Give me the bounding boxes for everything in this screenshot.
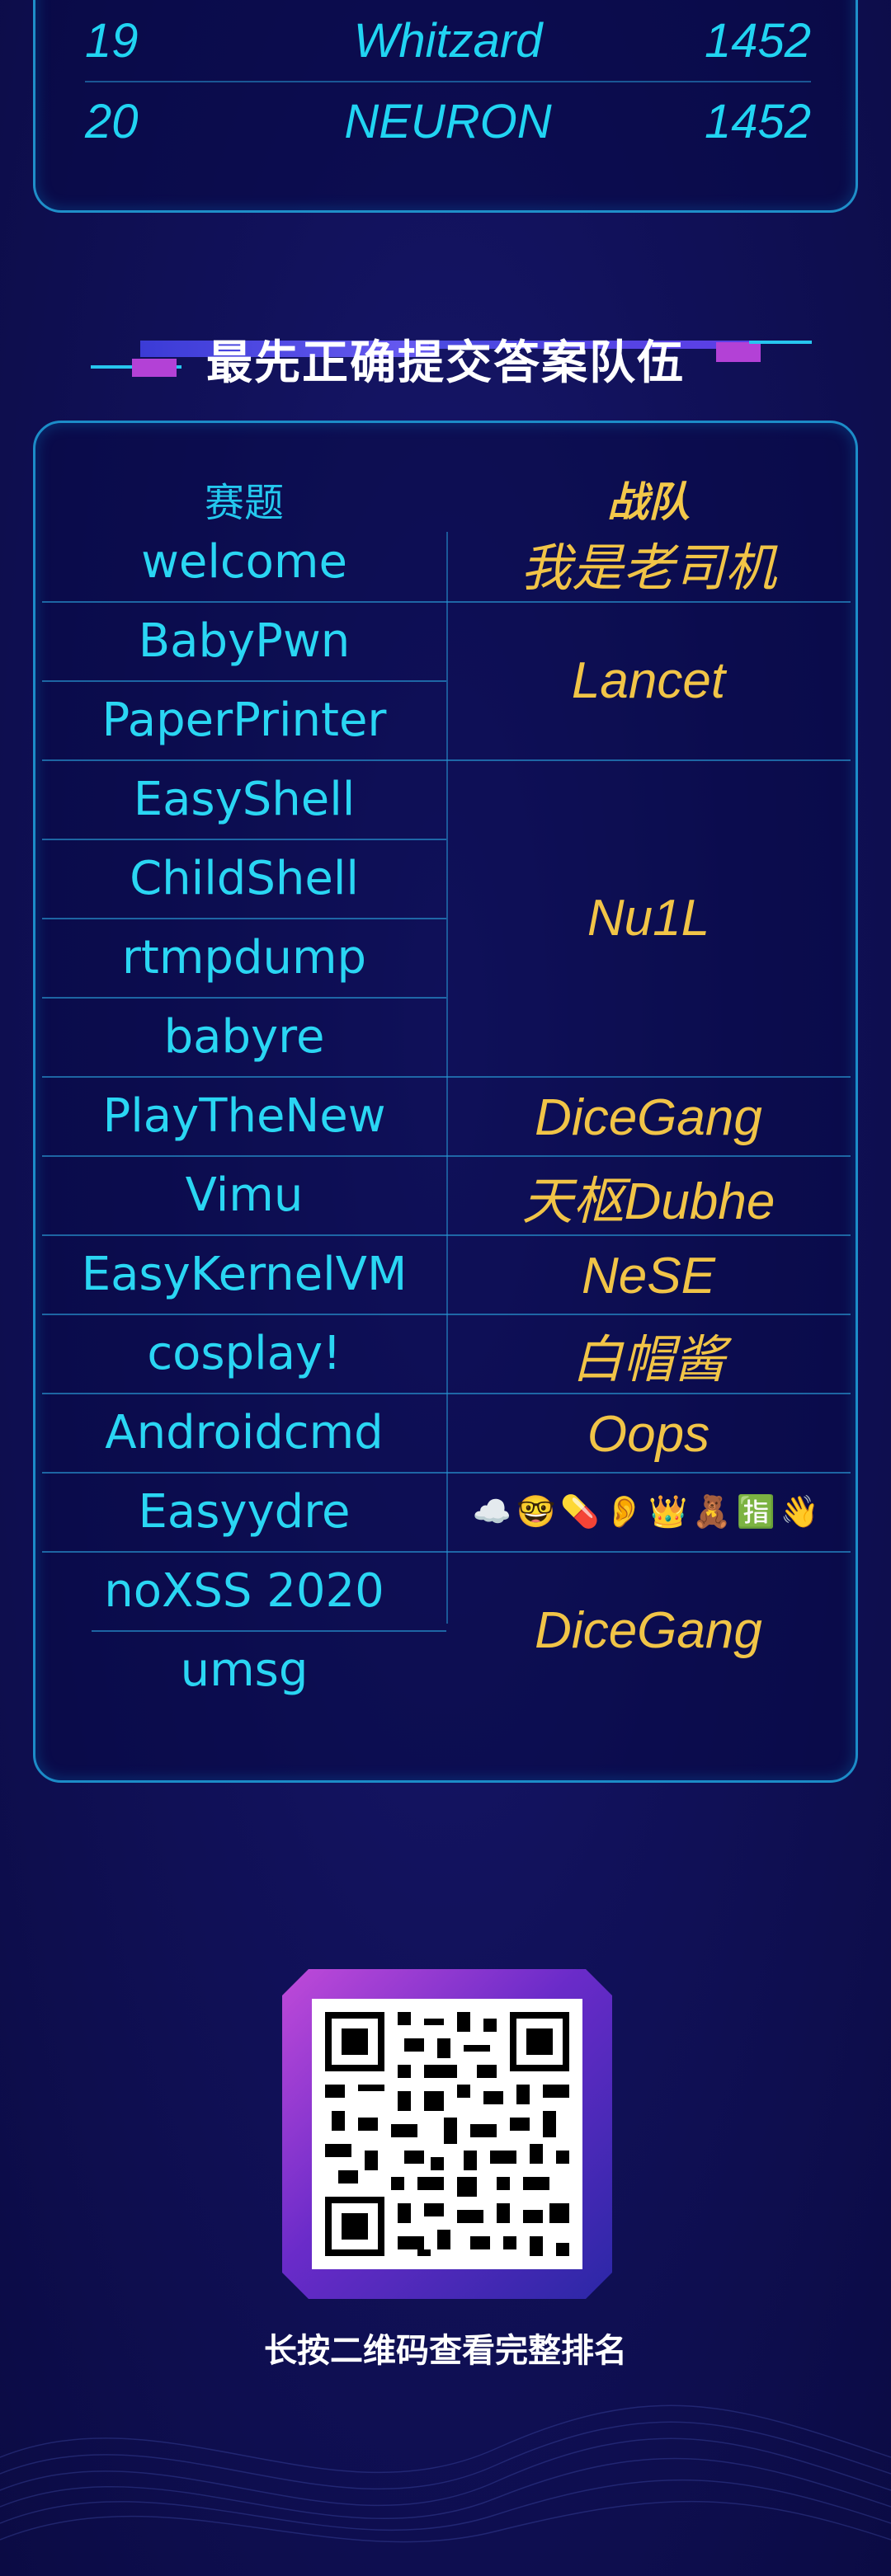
team-name: Whitzard <box>353 14 543 68</box>
challenge-cell: noXSS 2020 <box>104 1563 384 1618</box>
row-divider <box>42 680 446 682</box>
row-divider <box>42 1076 851 1078</box>
row-divider <box>92 1630 446 1632</box>
challenge-cell: Androidcmd <box>105 1405 384 1460</box>
row-divider <box>42 1314 851 1315</box>
team-cell: NeSE <box>582 1247 715 1304</box>
team-cell: DiceGang <box>535 1601 762 1659</box>
team-cell: 天枢Dubhe <box>521 1173 776 1230</box>
leaderboard-panel: 19 Whitzard 1452 20 NEURON 1452 <box>33 0 858 213</box>
challenge-cell: umsg <box>180 1643 309 1697</box>
section-header: 最先正确提交答案队伍 <box>0 317 891 392</box>
challenge-cell: BabyPwn <box>138 613 351 668</box>
challenge-cell: rtmpdump <box>121 930 367 985</box>
challenge-cell: babyre <box>163 1009 325 1064</box>
team-score: 1452 <box>704 14 811 68</box>
row-divider <box>42 997 446 999</box>
challenge-cell: Vimu <box>185 1168 304 1222</box>
challenge-cell: PaperPrinter <box>101 693 387 747</box>
team-cell: 白帽酱 <box>571 1332 725 1389</box>
challenge-cell: ChildShell <box>130 851 359 905</box>
first-blood-table-panel: 赛题 战队 welcome BabyPwn PaperPrinter EasyS… <box>33 421 858 1783</box>
challenge-cell: EasyKernelVM <box>81 1247 408 1301</box>
leaderboard-row: 19 Whitzard 1452 <box>85 2 811 82</box>
row-divider <box>42 1234 851 1236</box>
challenge-cell: welcome <box>141 534 347 589</box>
challenge-cell: EasyShell <box>133 772 356 826</box>
row-divider <box>42 1472 851 1474</box>
row-divider <box>42 918 446 919</box>
section-title: 最先正确提交答案队伍 <box>206 336 685 390</box>
team-cell: DiceGang <box>535 1088 762 1146</box>
qr-code[interactable] <box>312 1999 582 2269</box>
row-divider <box>42 1551 851 1553</box>
row-divider <box>42 1155 851 1157</box>
qr-code-icon <box>312 1999 582 2269</box>
row-divider <box>42 839 446 840</box>
team-cell: Oops <box>587 1405 710 1463</box>
team-cell: Lancet <box>571 651 726 709</box>
wave-decoration <box>0 2404 891 2543</box>
team-cell: 我是老司机 <box>520 540 776 597</box>
challenge-cell: cosplay! <box>147 1326 342 1380</box>
row-divider <box>42 601 851 603</box>
team-cell-emoji: ☁️🤓💊👂👑🧸🈯👋 <box>472 1492 825 1530</box>
row-divider <box>42 759 851 761</box>
team-name: NEURON <box>344 95 552 148</box>
leaderboard-row: 20 NEURON 1452 <box>85 82 811 162</box>
challenge-cell: PlayTheNew <box>102 1088 386 1143</box>
row-divider <box>42 1393 851 1394</box>
qr-code-card[interactable] <box>282 1969 612 2299</box>
challenge-cell: Easyydre <box>138 1484 351 1539</box>
team-cell: Nu1L <box>587 889 710 947</box>
team-score: 1452 <box>704 95 811 148</box>
